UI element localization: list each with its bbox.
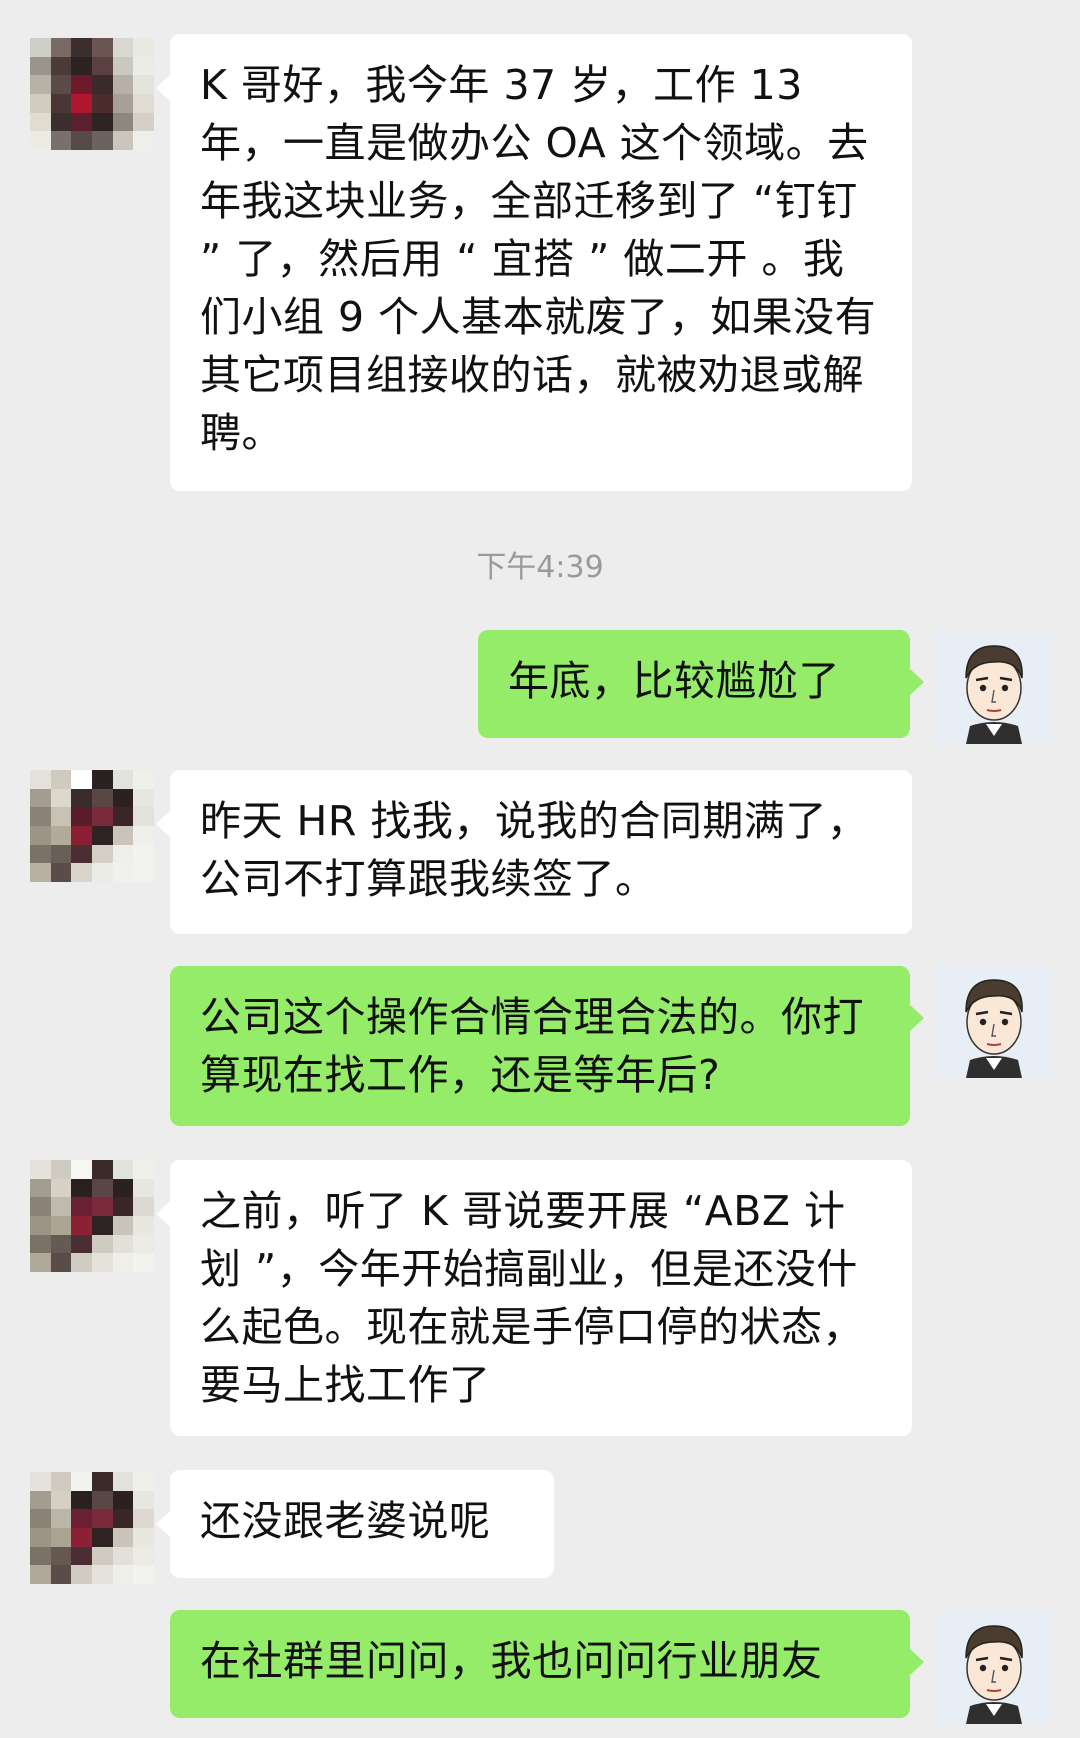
pixelated-avatar-image (30, 38, 154, 150)
cartoon-avatar-icon (936, 966, 1052, 1078)
message-bubble[interactable]: 之前，听了 K 哥说要开展 “ABZ 计划 ”，今年开始搞副业，但是还没什么起色… (156, 1160, 912, 1436)
pixelated-avatar-image (30, 1160, 154, 1272)
message-bubble[interactable]: 公司这个操作合情合理合法的。你打算现在找工作，还是等年后? (170, 966, 924, 1126)
message-text: K 哥好，我今年 37 岁，工作 13 年，一直是做办公 OA 这个领域。去年我… (200, 61, 877, 457)
message-text: 公司这个操作合情合理合法的。你打算现在找工作，还是等年后? (200, 993, 864, 1099)
message-text: 昨天 HR 找我，说我的合同期满了，公司不打算跟我续签了。 (200, 797, 869, 903)
message-text: 在社群里问问，我也问问行业朋友 (200, 1637, 823, 1685)
cartoon-avatar-icon (936, 1612, 1052, 1724)
contact-avatar[interactable] (30, 1160, 154, 1272)
contact-avatar[interactable] (30, 38, 154, 150)
message-bubble[interactable]: 还没跟老婆说呢 (156, 1470, 554, 1578)
message-bubble[interactable]: 年底，比较尴尬了 (478, 630, 924, 738)
user-avatar[interactable] (936, 966, 1052, 1078)
user-avatar[interactable] (936, 1612, 1052, 1724)
message-bubble[interactable]: K 哥好，我今年 37 岁，工作 13 年，一直是做办公 OA 这个领域。去年我… (156, 34, 912, 491)
message-bubble[interactable]: 在社群里问问，我也问问行业朋友 (170, 1610, 924, 1718)
pixelated-avatar-image (30, 1472, 154, 1584)
contact-avatar[interactable] (30, 1472, 154, 1584)
user-avatar[interactable] (936, 632, 1052, 744)
contact-avatar[interactable] (30, 770, 154, 882)
message-text: 年底，比较尴尬了 (508, 657, 840, 705)
pixelated-avatar-image (30, 770, 154, 882)
message-timestamp: 下午4:39 (476, 550, 604, 585)
message-text: 还没跟老婆说呢 (200, 1497, 491, 1545)
cartoon-avatar-icon (936, 632, 1052, 744)
chat-view: K 哥好，我今年 37 岁，工作 13 年，一直是做办公 OA 这个领域。去年我… (0, 0, 1080, 1738)
message-text: 之前，听了 K 哥说要开展 “ABZ 计划 ”，今年开始搞副业，但是还没什么起色… (200, 1187, 864, 1409)
message-bubble[interactable]: 昨天 HR 找我，说我的合同期满了，公司不打算跟我续签了。 (156, 770, 912, 934)
